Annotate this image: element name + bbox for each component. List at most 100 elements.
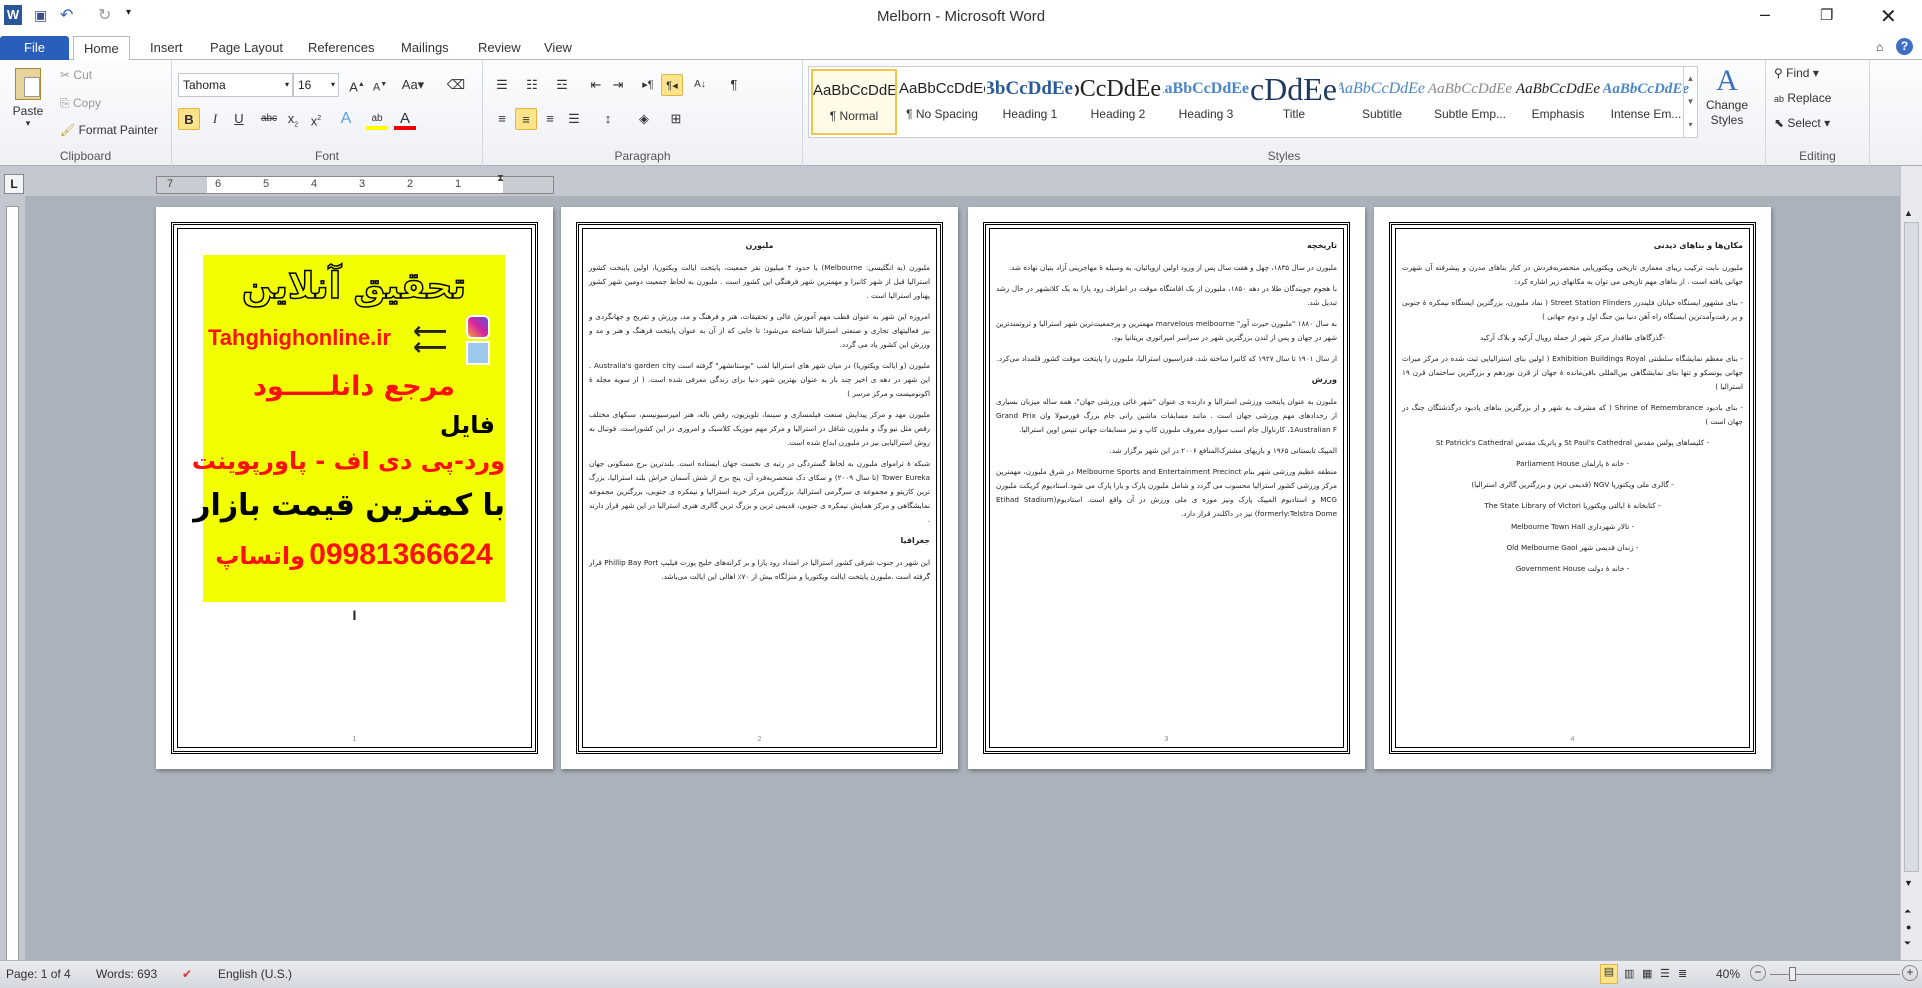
font-name-combo[interactable]: Tahoma ▾ xyxy=(178,73,293,97)
minimize-icon[interactable]: – xyxy=(1760,4,1770,25)
horizontal-ruler[interactable]: 7 6 5 4 3 2 1 ⧗ xyxy=(156,173,554,194)
align-right-icon[interactable]: ≡ xyxy=(539,108,561,130)
ltr-icon[interactable]: ▸¶ xyxy=(637,74,659,96)
rtl-icon[interactable]: ¶◂ xyxy=(661,74,683,96)
borders-icon[interactable]: ⊞ xyxy=(665,108,687,130)
format-painter-button[interactable]: 🖌 Format Painter xyxy=(60,123,158,137)
restore-icon[interactable]: ❐ xyxy=(1820,6,1833,24)
change-styles-button[interactable]: A Change Styles xyxy=(1701,64,1753,128)
full-screen-icon[interactable]: ▥ xyxy=(1624,967,1634,980)
select-button[interactable]: ⬉ Select ▾ xyxy=(1774,116,1830,130)
language[interactable]: English (U.S.) xyxy=(218,967,292,981)
font-size-combo[interactable]: 16 ▾ xyxy=(293,73,339,97)
text-effects-icon[interactable]: A xyxy=(335,108,357,130)
find-button[interactable]: ⚲ Find ▾ xyxy=(1774,66,1819,80)
tab-file[interactable]: File xyxy=(0,36,69,60)
style-heading-3[interactable]: AaBbCcDdEeHeading 3 xyxy=(1163,69,1249,135)
underline-button[interactable]: U xyxy=(228,108,250,130)
line-spacing-icon[interactable]: ↕ xyxy=(597,108,619,130)
text-cursor: I xyxy=(352,607,357,623)
style-subtle-emphasis[interactable]: AaBbCcDdEe Subtle Emp... xyxy=(1427,69,1513,135)
change-case-icon[interactable]: Aa▾ xyxy=(398,74,428,96)
proofing-icon[interactable]: ✔ xyxy=(182,967,192,981)
paste-icon xyxy=(15,68,41,100)
align-left-icon[interactable]: ≡ xyxy=(491,108,513,130)
minimize-ribbon-icon[interactable]: ⌂ xyxy=(1876,40,1883,54)
draft-icon[interactable]: ≣ xyxy=(1678,967,1687,980)
page-2[interactable]: ملبورن ملبورن (به انگلیسی: Melbourne) با… xyxy=(561,207,958,769)
paste-button[interactable]: Paste ▾ xyxy=(10,68,46,129)
vertical-ruler[interactable] xyxy=(0,196,25,966)
next-page-icon[interactable]: ⏷ xyxy=(1904,938,1911,949)
italic-button[interactable]: I xyxy=(204,108,226,130)
style-intense-emphasis[interactable]: AaBbCcDdEe Intense Em... xyxy=(1603,69,1689,135)
shading-icon[interactable]: ◈ xyxy=(633,108,655,130)
style-title[interactable]: AaBbCcDdEeTitle xyxy=(1251,69,1337,135)
outline-icon[interactable]: ☰ xyxy=(1660,967,1670,980)
zoom-slider-thumb[interactable] xyxy=(1788,967,1796,981)
cut-button[interactable]: ✂ Cut xyxy=(60,68,92,82)
brush-icon: 🖌 xyxy=(60,123,76,137)
page-3[interactable]: تاریخچه ملبورن در سال ۱۸۳۵، چهل و هفت سا… xyxy=(968,207,1365,769)
bold-button[interactable]: B xyxy=(178,108,200,130)
section-heading: تاریخچه xyxy=(1307,241,1337,250)
zoom-level[interactable]: 40% xyxy=(1716,967,1740,981)
word-count[interactable]: Words: 693 xyxy=(96,967,157,981)
print-layout-icon[interactable]: ▤ xyxy=(1600,964,1618,984)
tab-view[interactable]: View xyxy=(534,36,582,60)
superscript-button[interactable]: x2 xyxy=(305,108,327,130)
tab-mailings[interactable]: Mailings xyxy=(391,36,459,60)
close-icon[interactable]: ✕ xyxy=(1880,4,1897,29)
highlight-icon[interactable]: ab xyxy=(366,108,388,130)
sort-icon[interactable]: A↓ xyxy=(689,74,711,96)
numbering-icon[interactable]: ☷ xyxy=(521,74,543,96)
page-count[interactable]: Page: 1 of 4 xyxy=(6,967,71,981)
bullets-icon[interactable]: ☰ xyxy=(491,74,513,96)
indent-marker[interactable]: ⧗ xyxy=(497,173,504,184)
copy-icon: ⎘ xyxy=(60,96,70,110)
subscript-button[interactable]: x2 xyxy=(282,108,304,130)
prev-page-icon[interactable]: ⏶ xyxy=(1904,906,1911,917)
style-no-spacing[interactable]: AaBbCcDdEe ¶ No Spacing xyxy=(899,69,985,135)
scroll-up-icon[interactable]: ▲ xyxy=(1904,208,1913,218)
tab-home[interactable]: Home xyxy=(73,36,130,61)
copy-button[interactable]: ⎘ Copy xyxy=(60,96,101,111)
gallery-scroll[interactable]: ▲ ▼ ▾ xyxy=(1683,67,1697,137)
replace-icon: ab xyxy=(1774,94,1785,104)
align-center-icon[interactable]: ≡ xyxy=(515,108,537,130)
justify-icon[interactable]: ☰ xyxy=(563,108,585,130)
clear-formatting-icon[interactable]: ⌫ xyxy=(445,74,467,96)
grow-font-icon[interactable]: A▲ xyxy=(346,74,368,96)
font-color-icon[interactable]: A xyxy=(394,108,416,130)
show-marks-icon[interactable]: ¶ xyxy=(723,74,745,96)
style-heading-2[interactable]: AaBbCcDdEeHeading 2 xyxy=(1075,69,1161,135)
web-layout-icon[interactable]: ▦ xyxy=(1642,967,1652,980)
tab-insert[interactable]: Insert xyxy=(140,36,193,60)
scroll-down-icon[interactable]: ▼ xyxy=(1904,878,1913,888)
zoom-out-icon[interactable]: − xyxy=(1750,965,1766,981)
paragraph: منطقه عظیم ورزشی شهر بنام Melbourne Spor… xyxy=(996,467,1337,518)
decrease-indent-icon[interactable]: ⇤ xyxy=(585,74,607,96)
vertical-scrollbar[interactable]: ▲ ▼ ⏶ ● ⏷ xyxy=(1900,166,1922,960)
tab-page-layout[interactable]: Page Layout xyxy=(200,36,293,60)
page-content: مکان‌ها و بناهای دیدنی ملبورن بابت ترکیب… xyxy=(1402,239,1743,583)
help-icon[interactable]: ? xyxy=(1896,38,1913,55)
multilevel-list-icon[interactable]: ☲ xyxy=(551,74,573,96)
browse-object-icon[interactable]: ● xyxy=(1906,922,1911,932)
strikethrough-button[interactable]: abc xyxy=(258,108,280,130)
page-4[interactable]: مکان‌ها و بناهای دیدنی ملبورن بابت ترکیب… xyxy=(1374,207,1771,769)
tab-selector[interactable]: L xyxy=(4,174,24,194)
shrink-font-icon[interactable]: A▼ xyxy=(369,74,391,96)
style-emphasis[interactable]: AaBbCcDdEe Emphasis xyxy=(1515,69,1601,135)
tab-references[interactable]: References xyxy=(298,36,384,60)
ribbon: Paste ▾ ✂ Cut ⎘ Copy 🖌 Format Painter Cl… xyxy=(0,60,1922,166)
replace-button[interactable]: ab Replace xyxy=(1774,91,1831,105)
increase-indent-icon[interactable]: ⇥ xyxy=(607,74,629,96)
scroll-thumb[interactable] xyxy=(1904,222,1919,872)
style-heading-1[interactable]: AaBbCcDdEeHeading 1 xyxy=(987,69,1073,135)
tab-review[interactable]: Review xyxy=(468,36,531,60)
page-1[interactable]: تحقیق آنلاین Tahghighonline.ir ⟵ ⟵ مرجع د… xyxy=(156,207,553,769)
style-normal[interactable]: AaBbCcDdEe¶ Normal xyxy=(811,69,897,135)
zoom-in-icon[interactable]: + xyxy=(1902,965,1918,981)
style-subtitle[interactable]: AaBbCcDdEe Subtitle xyxy=(1339,69,1425,135)
